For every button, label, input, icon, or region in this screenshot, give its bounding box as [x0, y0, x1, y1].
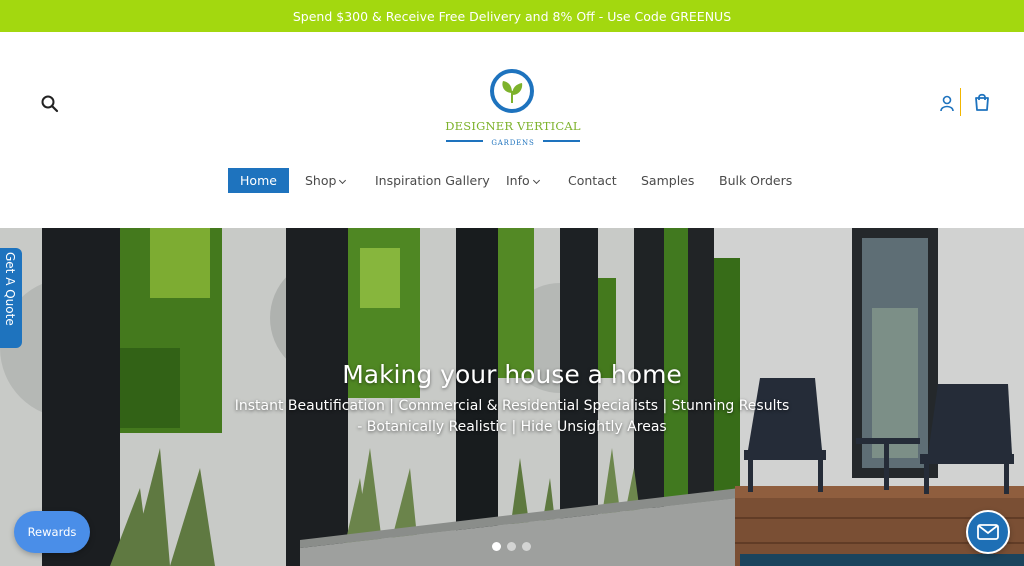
slide-dots	[492, 542, 531, 551]
logo-wordmark: DESIGNER VERTICAL	[445, 119, 581, 133]
site-header: DESIGNER VERTICAL GARDENS Home Shop Insp…	[0, 32, 1024, 228]
slide-dot[interactable]	[507, 542, 516, 551]
announcement-text: Spend $300 & Receive Free Delivery and 8…	[292, 8, 732, 24]
rewards-button[interactable]: Rewards	[14, 511, 90, 553]
announcement-bar: Spend $300 & Receive Free Delivery and 8…	[0, 0, 1024, 32]
hero-subtitle: Instant Beautification | Commercial & Re…	[234, 398, 790, 435]
search-icon[interactable]	[40, 94, 60, 114]
nav-shop[interactable]: Shop	[305, 168, 347, 193]
user-icon[interactable]	[938, 94, 956, 112]
nav-samples[interactable]: Samples	[641, 168, 694, 193]
main-nav: Home Shop Inspiration Gallery Info Conta…	[0, 168, 1024, 198]
nav-info[interactable]: Info	[506, 168, 540, 193]
nav-home[interactable]: Home	[228, 168, 289, 193]
slide-dot[interactable]	[492, 542, 501, 551]
hero-title: Making your house a home	[342, 360, 682, 389]
leaf-logo-icon	[490, 69, 534, 113]
chat-button[interactable]	[966, 510, 1010, 554]
nav-contact[interactable]: Contact	[568, 168, 617, 193]
mail-icon	[977, 524, 999, 540]
chevron-down-icon	[339, 176, 347, 185]
rewards-label: Rewards	[27, 525, 77, 539]
nav-bulk-orders[interactable]: Bulk Orders	[719, 168, 792, 193]
get-a-quote-tab[interactable]: Get A Quote	[0, 248, 22, 348]
hero-slideshow[interactable]: Making your house a home Instant Beautif…	[0, 228, 1024, 566]
chevron-down-icon	[532, 176, 540, 185]
shopping-bag-icon[interactable]	[972, 92, 992, 112]
site-logo[interactable]: DESIGNER VERTICAL GARDENS	[444, 67, 582, 179]
logo-subtitle: GARDENS	[483, 139, 543, 147]
get-a-quote-label: Get A Quote	[3, 252, 17, 326]
slide-dot[interactable]	[522, 542, 531, 551]
nav-inspiration-gallery[interactable]: Inspiration Gallery	[375, 168, 490, 193]
header-divider	[960, 88, 961, 116]
